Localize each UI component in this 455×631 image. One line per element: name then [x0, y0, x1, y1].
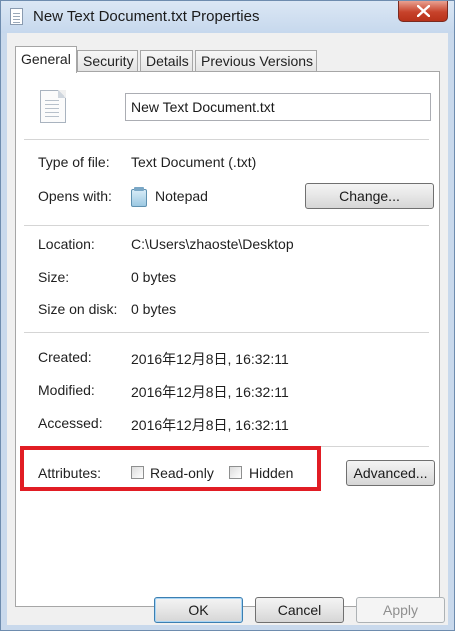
text-file-title-icon [10, 8, 23, 25]
close-icon [417, 5, 430, 17]
accessed-label: Accessed: [38, 415, 103, 431]
change-button[interactable]: Change... [305, 183, 434, 209]
type-of-file-label: Type of file: [38, 154, 110, 170]
modified-label: Modified: [38, 382, 95, 398]
apply-button[interactable]: Apply [356, 597, 445, 623]
tab-general[interactable]: General [15, 46, 77, 73]
tab-security[interactable]: Security [77, 50, 138, 72]
properties-window: New Text Document.txt Properties General… [0, 0, 455, 631]
separator [24, 225, 429, 226]
text-file-icon [40, 90, 66, 123]
tab-details[interactable]: Details [140, 50, 193, 72]
title-bar[interactable]: New Text Document.txt Properties [1, 1, 454, 33]
location-value: C:\Users\zhaoste\Desktop [131, 236, 294, 252]
size-label: Size: [38, 269, 70, 285]
window-title: New Text Document.txt Properties [33, 8, 260, 25]
ok-button[interactable]: OK [154, 597, 243, 623]
opens-with-label: Opens with: [38, 188, 112, 204]
created-label: Created: [38, 349, 92, 365]
cancel-button[interactable]: Cancel [255, 597, 344, 623]
size-value: 0 bytes [131, 269, 177, 285]
created-value: 2016年12月8日, 16:32:11 [131, 351, 289, 367]
separator [24, 332, 429, 333]
general-tab-panel: Type of file: Text Document (.txt) Opens… [15, 71, 440, 607]
size-on-disk-label: Size on disk: [38, 301, 118, 317]
tab-previous-versions[interactable]: Previous Versions [195, 50, 317, 72]
type-of-file-value: Text Document (.txt) [131, 154, 257, 170]
attributes-highlight-box [20, 446, 321, 491]
notepad-icon [131, 187, 147, 207]
file-name-input[interactable] [125, 93, 431, 121]
separator [24, 139, 429, 140]
location-label: Location: [38, 236, 95, 252]
close-button[interactable] [398, 1, 448, 22]
size-on-disk-value: 0 bytes [131, 301, 177, 317]
modified-value: 2016年12月8日, 16:32:11 [131, 384, 289, 400]
advanced-button[interactable]: Advanced... [346, 460, 435, 486]
accessed-value: 2016年12月8日, 16:32:11 [131, 417, 289, 433]
dialog-client-area: General Security Details Previous Versio… [7, 33, 448, 625]
opens-with-value: Notepad [155, 188, 208, 204]
